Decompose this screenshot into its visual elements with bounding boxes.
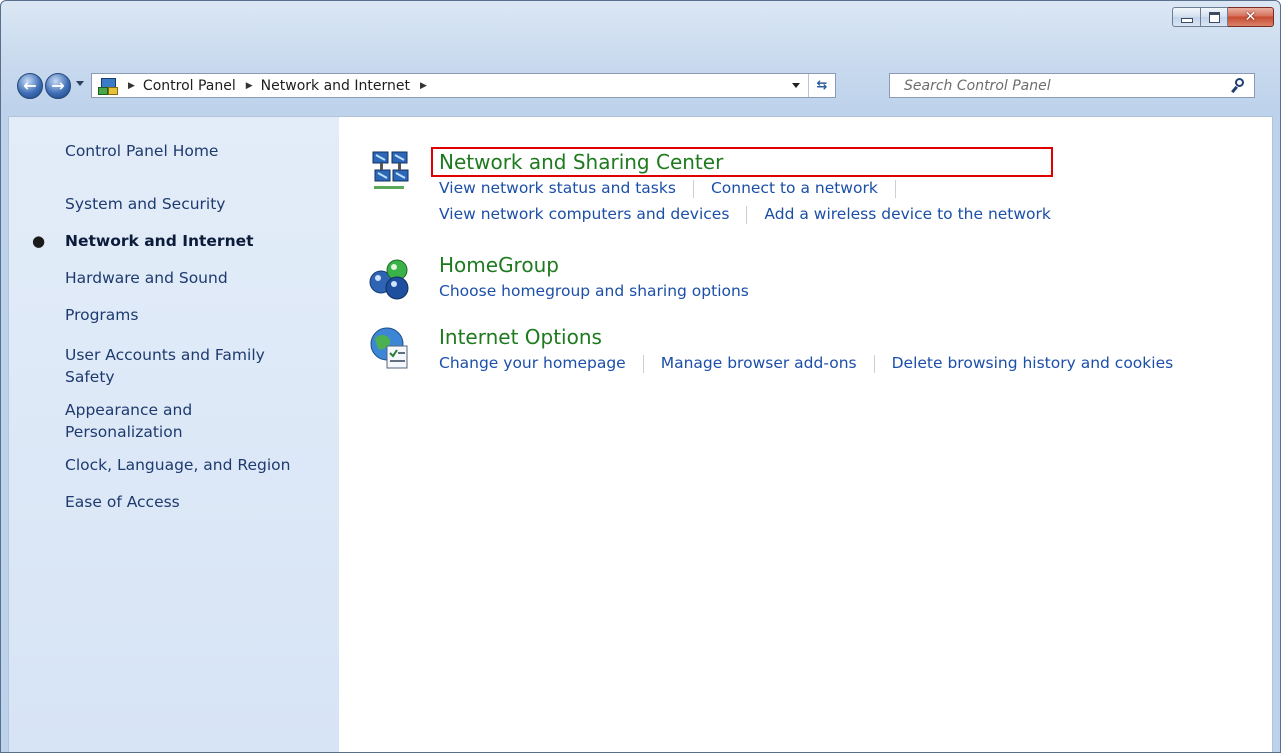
address-bar[interactable]: ▶ Control Panel ▶ Network and Internet ▶… [91,73,836,98]
sidebar-item-ease-of-access[interactable]: Ease of Access [65,491,305,513]
recent-pages-dropdown[interactable] [76,81,84,86]
category-homegroup: HomeGroup Choose homegroup and sharing o… [439,252,749,304]
sidebar-item-appearance[interactable]: Appearance and Personalization [65,399,235,443]
link-divider [692,179,694,198]
forward-button[interactable]: → [45,73,71,99]
sidebar-item-control-panel-home[interactable]: Control Panel Home [65,140,305,162]
control-panel-icon [98,77,118,95]
sidebar-item-network-and-internet: ● Network and Internet [32,230,305,252]
minimize-button[interactable] [1172,7,1201,27]
forward-arrow-icon: → [51,76,65,95]
add-wireless-device-link[interactable]: Add a wireless device to the network [764,205,1050,223]
address-history-dropdown[interactable] [792,83,800,88]
sidebar-item-label: Network and Internet [65,232,254,250]
sidebar-item-hardware-and-sound[interactable]: Hardware and Sound [65,267,305,289]
minimize-icon [1180,17,1193,23]
change-homepage-link[interactable]: Change your homepage [439,354,626,372]
internet-options-icon [369,326,415,376]
choose-homegroup-options-link[interactable]: Choose homegroup and sharing options [439,282,749,300]
link-divider [746,205,748,224]
sidebar-item-system-and-security[interactable]: System and Security [65,193,305,215]
main-panel: Network and Sharing Center View network … [339,117,1272,752]
content-area: Control Panel Home System and Security ●… [8,116,1273,752]
sidebar-item-clock-language-region[interactable]: Clock, Language, and Region [65,454,305,476]
close-button[interactable]: ✕ [1228,7,1274,27]
delete-browsing-history-link[interactable]: Delete browsing history and cookies [892,354,1174,372]
network-sharing-center-link[interactable]: Network and Sharing Center [431,147,1053,177]
view-network-computers-link[interactable]: View network computers and devices [439,205,729,223]
search-input[interactable] [902,76,1229,95]
refresh-icon: ⇆ [816,78,828,93]
view-network-status-link[interactable]: View network status and tasks [439,179,676,197]
search-box[interactable] [889,73,1255,98]
current-item-bullet: ● [32,232,46,250]
back-button[interactable]: ← [17,73,43,99]
breadcrumb-control-panel[interactable]: Control Panel [143,78,236,94]
navigation-bar: ← → ▶ Control Panel ▶ Network and Intern… [1,69,1280,103]
homegroup-link[interactable]: HomeGroup [439,252,749,278]
breadcrumb-separator-icon[interactable]: ▶ [420,81,427,91]
maximize-button[interactable] [1201,7,1228,27]
connect-to-network-link[interactable]: Connect to a network [711,179,878,197]
breadcrumb-separator-icon[interactable]: ▶ [246,81,253,91]
link-divider [873,354,875,373]
homegroup-icon [367,256,413,306]
maximize-icon [1208,11,1220,23]
caption-buttons: ✕ [1172,7,1274,27]
network-links-row-1: View network status and tasks Connect to … [439,175,1051,201]
link-divider [894,179,896,198]
refresh-button[interactable]: ⇆ [808,74,835,97]
homegroup-links-row: Choose homegroup and sharing options [439,278,749,304]
network-links-row-2: View network computers and devices Add a … [439,201,1051,227]
back-arrow-icon: ← [23,76,37,95]
link-divider [642,354,644,373]
internet-options-links-row: Change your homepage Manage browser add-o… [439,350,1173,376]
category-internet-options: Internet Options Change your homepage Man… [439,324,1173,376]
internet-options-link[interactable]: Internet Options [439,324,1173,350]
sidebar-item-programs[interactable]: Programs [65,304,305,326]
sidebar-item-user-accounts[interactable]: User Accounts and Family Safety [65,344,290,388]
manage-addons-link[interactable]: Manage browser add-ons [661,354,857,372]
category-network-sharing-center: Network and Sharing Center View network … [431,147,1053,227]
breadcrumb-network-and-internet[interactable]: Network and Internet [261,78,410,94]
close-icon: ✕ [1244,9,1257,25]
network-icon [371,150,411,198]
control-panel-window: ✕ ← → ▶ Control Panel ▶ Network and Inte… [0,0,1281,753]
sidebar: Control Panel Home System and Security ●… [9,117,339,752]
breadcrumb-separator-icon[interactable]: ▶ [128,81,135,91]
search-icon[interactable] [1229,76,1249,96]
